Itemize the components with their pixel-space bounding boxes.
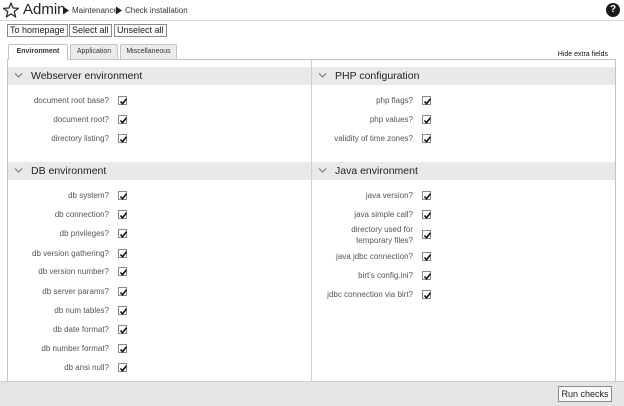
section-header-php[interactable]: PHP configuration: [312, 67, 615, 85]
checkbox-db-connection[interactable]: [118, 210, 128, 220]
checkbox-document-root[interactable]: [118, 115, 128, 125]
checkmark-icon: [119, 136, 128, 144]
check-label: db connection?: [54, 210, 109, 219]
checkmark-icon: [119, 365, 128, 373]
breadcrumb-maintenance[interactable]: Maintenance: [72, 6, 118, 15]
checkbox-db-number-format[interactable]: [118, 344, 128, 354]
checkmark-icon: [119, 117, 128, 125]
checkmark-icon: [119, 231, 128, 239]
checkbox-validity-of-time-zones[interactable]: [422, 134, 432, 144]
check-label: java simple call?: [354, 210, 413, 219]
check-label: db num tables?: [54, 306, 109, 315]
check-label: db date format?: [52, 325, 109, 334]
checkbox-db-system[interactable]: [118, 191, 128, 201]
checkbox-db-ansi-null[interactable]: [118, 363, 128, 373]
check-label: birt's config.ini?: [358, 271, 413, 280]
check-label: db server params?: [42, 287, 109, 296]
app-title: Admin: [23, 1, 66, 18]
check-label: db system?: [68, 191, 109, 200]
checkbox-birt-config-ini[interactable]: [422, 271, 432, 281]
check-label: directory used for: [351, 225, 413, 234]
check-label: db version gathering?: [32, 249, 109, 258]
chevron-down-icon: [318, 168, 327, 173]
check-label: db version number?: [38, 267, 109, 276]
check-label: jdbc connection via birt?: [327, 290, 413, 299]
checkbox-jdbc-connection-via-birt[interactable]: [422, 290, 432, 300]
check-label: php values?: [369, 115, 413, 124]
checkmark-icon: [119, 327, 128, 335]
check-label: db number format?: [41, 344, 109, 353]
check-label: java jdbc connection?: [336, 252, 413, 261]
breadcrumb-chevron-icon: [116, 6, 122, 15]
check-label: php flags?: [376, 96, 413, 105]
checkmark-icon: [119, 289, 128, 297]
unselect-all-button[interactable]: Unselect all: [114, 24, 167, 37]
tab-miscellaneous[interactable]: Miscellaneous: [120, 44, 177, 59]
check-label: directory listing?: [51, 134, 109, 143]
checkbox-db-num-tables[interactable]: [118, 306, 128, 316]
checkmark-icon: [423, 136, 432, 144]
footer-bar: Run checks: [0, 381, 624, 406]
environment-panel: Webserver environment PHP configuration …: [7, 59, 616, 381]
section-title: DB environment: [31, 165, 107, 177]
checkmark-icon: [119, 251, 128, 259]
checkmark-icon: [119, 269, 128, 277]
check-label: temporary files?: [356, 236, 413, 245]
chevron-down-icon: [14, 168, 23, 173]
breadcrumb-check-installation: Check installation: [125, 6, 188, 15]
checkmark-icon: [423, 117, 432, 125]
checkbox-db-date-format[interactable]: [118, 325, 128, 335]
checkbox-db-version-number[interactable]: [118, 267, 128, 277]
checkbox-document-root-base[interactable]: [118, 96, 128, 106]
checkbox-directory-temp-files[interactable]: [422, 230, 432, 240]
checkmark-icon: [423, 254, 432, 262]
check-label: document root base?: [33, 96, 109, 105]
check-label: validity of time zones?: [334, 134, 413, 143]
checkbox-db-privileges[interactable]: [118, 229, 128, 239]
checkbox-directory-listing[interactable]: [118, 134, 128, 144]
checkmark-icon: [119, 308, 128, 316]
breadcrumb-chevron-icon: [63, 6, 69, 15]
checkmark-icon: [423, 212, 432, 220]
section-title: Java environment: [335, 165, 418, 177]
check-label: java version?: [365, 191, 413, 200]
header-divider: [0, 20, 624, 21]
checkbox-php-values[interactable]: [422, 115, 432, 125]
checkmark-icon: [119, 346, 128, 354]
checkbox-java-jdbc-connection[interactable]: [422, 252, 432, 262]
checkmark-icon: [423, 273, 432, 281]
checkmark-icon: [423, 292, 432, 300]
to-homepage-button[interactable]: To homepage: [7, 24, 68, 37]
chevron-down-icon: [14, 73, 23, 78]
tab-environment[interactable]: Environment: [8, 44, 68, 60]
checkbox-db-server-params[interactable]: [118, 287, 128, 297]
checkmark-icon: [119, 212, 128, 220]
app-header: Admin Maintenance Check installation ?: [0, 0, 624, 21]
help-icon[interactable]: ?: [606, 3, 620, 17]
column-divider: [311, 60, 312, 381]
check-label: db ansi null?: [64, 363, 109, 372]
star-icon[interactable]: [3, 2, 19, 18]
tab-application[interactable]: Application: [70, 44, 118, 59]
checkbox-php-flags[interactable]: [422, 96, 432, 106]
section-header-webserver[interactable]: Webserver environment: [8, 67, 311, 85]
section-header-db[interactable]: DB environment: [8, 162, 311, 180]
checkmark-icon: [423, 193, 432, 201]
section-title: PHP configuration: [335, 70, 420, 82]
hide-extra-fields-link[interactable]: Hide extra fields: [558, 51, 608, 58]
checkbox-db-version-gathering[interactable]: [118, 249, 128, 259]
check-label: db privileges?: [59, 229, 109, 238]
section-title: Webserver environment: [31, 70, 143, 82]
checkbox-java-simple-call[interactable]: [422, 210, 432, 220]
checkmark-icon: [423, 232, 432, 240]
check-label: document root?: [53, 115, 109, 124]
run-checks-button[interactable]: Run checks: [558, 386, 612, 402]
checkmark-icon: [423, 98, 432, 106]
chevron-down-icon: [318, 73, 327, 78]
checkbox-java-version[interactable]: [422, 191, 432, 201]
section-header-java[interactable]: Java environment: [312, 162, 615, 180]
checkmark-icon: [119, 98, 128, 106]
checkmark-icon: [119, 193, 128, 201]
select-all-button[interactable]: Select all: [69, 24, 112, 37]
